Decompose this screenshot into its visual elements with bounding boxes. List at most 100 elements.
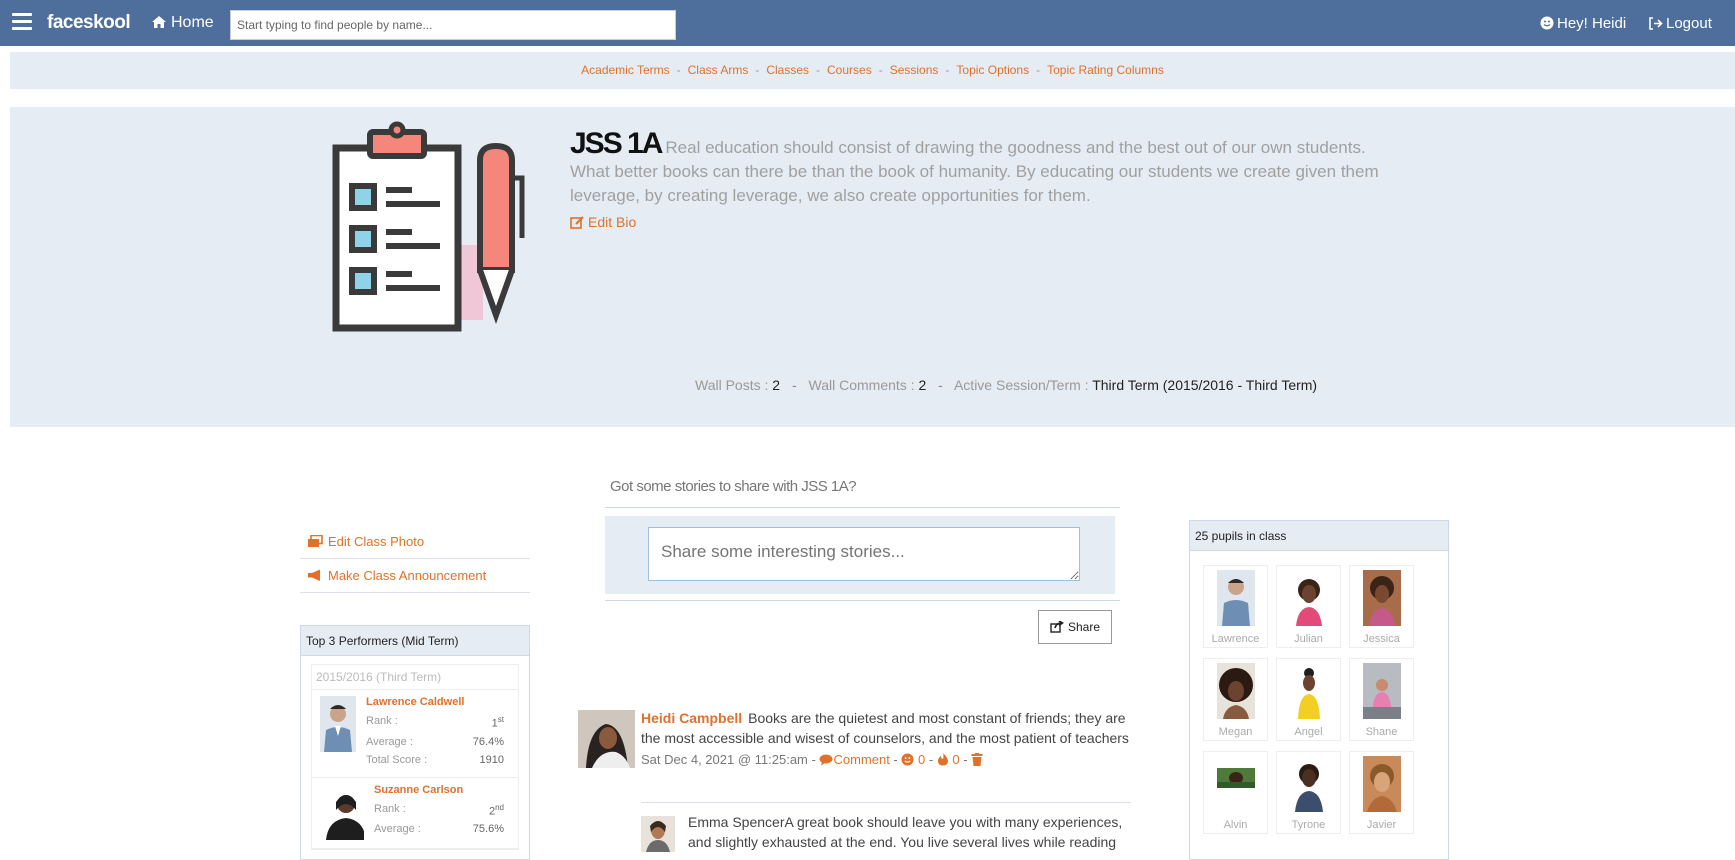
home-label: Home	[171, 14, 214, 31]
pupil-name: Alvin	[1223, 819, 1248, 831]
active-session-label: Active Session/Term :	[953, 377, 1089, 393]
share-prompt: Got some stories to share with JSS 1A?	[610, 478, 857, 495]
pupil-avatar	[1362, 663, 1401, 719]
subnav-topic-options[interactable]: Topic Options	[956, 63, 1029, 77]
term-label: 2015/2016 (Third Term)	[312, 665, 518, 690]
admin-subnav: Academic Terms - Class Arms - Classes - Course…	[10, 52, 1735, 89]
pupil-name: Megan	[1218, 726, 1253, 738]
performer-item: Lawrence Caldwell Rank :1st Average :76.…	[312, 690, 518, 778]
brand-logo[interactable]: faceskool	[47, 12, 131, 34]
share-button[interactable]: Share	[1038, 610, 1112, 644]
user-greeting[interactable]: Hey! Heidi	[1540, 15, 1626, 32]
class-bio: Real education should consist of drawing…	[570, 138, 1379, 205]
post-meta: Sat Dec 4, 2021 @ 11:25:am - Comment - 0…	[641, 750, 1131, 770]
post-author-avatar[interactable]	[578, 710, 635, 768]
people-search-input[interactable]	[230, 10, 676, 40]
class-name: JSS 1A	[570, 127, 663, 160]
pupil-avatar	[1362, 570, 1401, 626]
pupils-count-title: 25 pupils in class	[1190, 521, 1448, 551]
trash-icon	[971, 753, 983, 766]
dislike-count: 0	[952, 752, 960, 767]
pupil-avatar	[1216, 663, 1255, 719]
class-actions: Edit Class Photo Make Class Announcement	[300, 525, 530, 593]
pupil-card[interactable]: Julian	[1276, 565, 1341, 648]
pupil-avatar	[1362, 756, 1401, 812]
pupils-grid: Lawrence Julian Jessica Megan Angel Shan…	[1190, 551, 1448, 834]
make-announcement-link[interactable]: Make Class Announcement	[300, 559, 530, 593]
comment-body: Emma SpencerA great book should leave yo…	[688, 812, 1128, 852]
pupil-name: Shane	[1365, 726, 1398, 738]
pupil-card[interactable]: Alvin	[1203, 751, 1268, 834]
edit-bio-label: Edit Bio	[588, 214, 637, 230]
pupil-card[interactable]: Jessica	[1349, 565, 1414, 648]
class-bio-block: JSS 1A Real education should consist of d…	[570, 129, 1400, 234]
subnav-topic-rating-columns[interactable]: Topic Rating Columns	[1047, 63, 1164, 77]
performer-avatar[interactable]	[320, 696, 356, 752]
performer-item: Suzanne Carlson Rank :2nd Average :75.6%	[312, 778, 518, 849]
performer-name[interactable]: Suzanne Carlson	[374, 784, 514, 796]
class-stats: Wall Posts : 2 - Wall Comments : 2 - Act…	[695, 377, 1318, 393]
story-input[interactable]	[648, 527, 1080, 581]
pupil-name: Lawrence	[1211, 633, 1260, 645]
edit-bio-link[interactable]: Edit Bio	[570, 210, 1400, 234]
sign-out-icon	[1649, 17, 1663, 30]
pupil-avatar	[1289, 663, 1328, 719]
comment-author[interactable]: Emma Spencer	[688, 814, 784, 830]
pupil-card[interactable]: Lawrence	[1203, 565, 1268, 648]
performer-rank: 2nd	[488, 802, 504, 818]
delete-post-button[interactable]	[971, 752, 983, 767]
logout-label: Logout	[1666, 15, 1712, 32]
top-performers-list: 2015/2016 (Third Term) Lawrence Caldwell…	[311, 664, 519, 850]
performer-avatar[interactable]	[320, 783, 364, 840]
pupil-card[interactable]: Tyrone	[1276, 751, 1341, 834]
dislike-button[interactable]: 0	[937, 752, 960, 767]
class-header: JSS 1A Real education should consist of d…	[10, 107, 1735, 427]
comment-author-avatar[interactable]	[641, 816, 675, 852]
post-body: Heidi Campbell Books are the quietest and…	[641, 708, 1131, 770]
pupil-card[interactable]: Angel	[1276, 658, 1341, 741]
top-performers-title: Top 3 Performers (Mid Term)	[301, 626, 529, 656]
wall-comments-count: 2	[918, 377, 927, 393]
pupil-avatar	[1289, 756, 1328, 812]
pupil-card[interactable]: Javier	[1349, 751, 1414, 834]
subnav-classes[interactable]: Classes	[766, 63, 809, 77]
bullhorn-icon	[308, 569, 320, 581]
edit-class-photo-label: Edit Class Photo	[328, 534, 425, 549]
post-date: Sat Dec 4, 2021 @ 11:25:am -	[641, 752, 816, 767]
edit-icon	[570, 216, 584, 229]
photo-icon	[308, 534, 323, 547]
top-performers-panel: Top 3 Performers (Mid Term) 2015/2016 (T…	[300, 625, 530, 860]
home-icon	[152, 16, 166, 28]
wall-posts-label: Wall Posts :	[695, 377, 769, 393]
performer-average: 75.6%	[472, 823, 504, 836]
comment-icon	[819, 754, 833, 766]
pupils-panel: 25 pupils in class Lawrence Julian Jessi…	[1189, 520, 1449, 860]
pupil-card[interactable]: Shane	[1349, 658, 1414, 741]
pupil-avatar	[1216, 756, 1255, 812]
share-label: Share	[1067, 620, 1101, 634]
home-link[interactable]: Home	[151, 14, 214, 32]
like-button[interactable]: 0	[901, 752, 925, 767]
pupil-name: Julian	[1294, 633, 1323, 645]
subnav-courses[interactable]: Courses	[827, 63, 872, 77]
active-session-value: Third Term (2015/2016 - Third Term)	[1092, 377, 1318, 393]
logout-link[interactable]: Logout	[1648, 15, 1712, 32]
pupil-name: Tyrone	[1291, 819, 1326, 831]
subnav-class-arms[interactable]: Class Arms	[688, 63, 749, 77]
pupil-card[interactable]: Megan	[1203, 658, 1268, 741]
subnav-academic-terms[interactable]: Academic Terms	[581, 63, 669, 77]
smile-icon	[901, 753, 914, 766]
like-count: 0	[918, 752, 926, 767]
pupil-name: Javier	[1366, 819, 1397, 831]
performer-average: 76.4%	[472, 735, 504, 748]
performer-total: 1910	[479, 753, 504, 766]
performer-name[interactable]: Lawrence Caldwell	[366, 696, 514, 708]
pupil-avatar	[1216, 570, 1255, 626]
edit-class-photo-link[interactable]: Edit Class Photo	[300, 525, 530, 559]
menu-icon[interactable]	[12, 13, 32, 31]
divider	[605, 600, 1120, 601]
subnav-sessions[interactable]: Sessions	[890, 63, 939, 77]
post-author[interactable]: Heidi Campbell	[641, 710, 742, 726]
top-navbar: faceskool Home Hey! Heidi Logout	[0, 0, 1735, 46]
comment-link[interactable]: Comment	[819, 752, 890, 767]
